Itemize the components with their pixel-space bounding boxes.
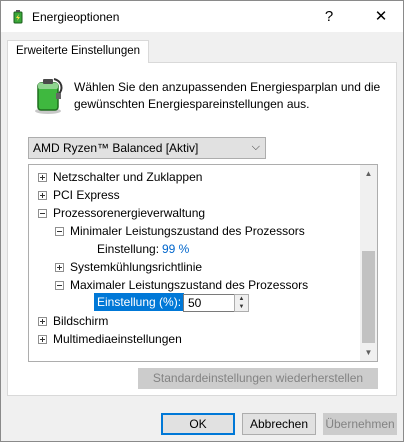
spin-up-icon[interactable]: ▲	[235, 295, 248, 303]
title-bar[interactable]: Energieoptionen ? ✕	[1, 1, 403, 32]
setting-value-link[interactable]: 99 %	[162, 240, 189, 258]
help-button[interactable]: ?	[319, 7, 339, 27]
chevron-down-icon: ⌵	[251, 141, 260, 153]
spin-down-icon[interactable]: ▼	[235, 303, 248, 311]
power-plan-select[interactable]: AMD Ryzen™ Balanced [Aktiv] ⌵	[28, 137, 266, 159]
scroll-up-icon[interactable]: ▲	[360, 165, 377, 182]
collapse-minus-icon[interactable]	[38, 209, 47, 218]
max-state-value-input[interactable]: 50	[183, 294, 235, 312]
power-options-icon	[13, 10, 23, 24]
tree-item-label: Maximaler Leistungszustand des Prozessor…	[70, 278, 309, 292]
plan-description: Wählen Sie den anzupassenden Energiespar…	[74, 80, 381, 111]
power-plan-value: AMD Ryzen™ Balanced [Aktiv]	[33, 141, 199, 155]
tree-item-label: PCI Express	[53, 188, 120, 202]
window-title: Energieoptionen	[32, 10, 120, 24]
advanced-settings-panel: Wählen Sie den anzupassenden Energiespar…	[7, 62, 397, 396]
tree-item-label: Minimaler Leistungszustand des Prozessor…	[70, 224, 305, 238]
expand-plus-icon[interactable]	[38, 191, 47, 200]
tree-item-label: Prozessorenergieverwaltung	[53, 206, 206, 220]
tree-item-label: Multimediaeinstellungen	[53, 332, 182, 346]
tab-advanced-settings[interactable]: Erweiterte Einstellungen	[7, 40, 150, 63]
apply-button[interactable]: Übernehmen	[323, 413, 397, 435]
restore-defaults-button[interactable]: Standardeinstellungen wiederherstellen	[138, 368, 378, 389]
ok-button[interactable]: OK	[161, 413, 235, 435]
collapse-minus-icon[interactable]	[55, 281, 64, 290]
setting-label: Einstellung:	[97, 242, 160, 256]
settings-tree[interactable]: Netzschalter und Zuklappen PCI Express P…	[28, 164, 378, 362]
expand-plus-icon[interactable]	[38, 173, 47, 182]
scrollbar-thumb[interactable]	[362, 251, 375, 343]
expand-plus-icon[interactable]	[55, 263, 64, 272]
tree-item-label: Bildschirm	[53, 314, 109, 328]
cancel-button[interactable]: Abbrechen	[242, 413, 316, 435]
expand-plus-icon[interactable]	[38, 335, 47, 344]
value-spinner[interactable]: ▲ ▼	[234, 294, 249, 312]
setting-label-selected: Einstellung (%):	[94, 293, 185, 311]
close-button[interactable]: ✕	[371, 7, 391, 27]
scroll-down-icon[interactable]: ▼	[360, 344, 377, 361]
tree-scrollbar[interactable]: ▲ ▼	[360, 165, 377, 361]
tree-item-label: Netzschalter und Zuklappen	[53, 170, 203, 184]
collapse-minus-icon[interactable]	[55, 227, 64, 236]
battery-icon	[35, 78, 63, 114]
expand-plus-icon[interactable]	[38, 317, 47, 326]
power-options-window: Energieoptionen ? ✕ Erweiterte Einstellu…	[0, 0, 404, 442]
tree-item-max-setting[interactable]: Einstellung (%): 50 ▲ ▼	[29, 293, 349, 312]
tree-item-label: Systemkühlungsrichtlinie	[70, 260, 203, 274]
